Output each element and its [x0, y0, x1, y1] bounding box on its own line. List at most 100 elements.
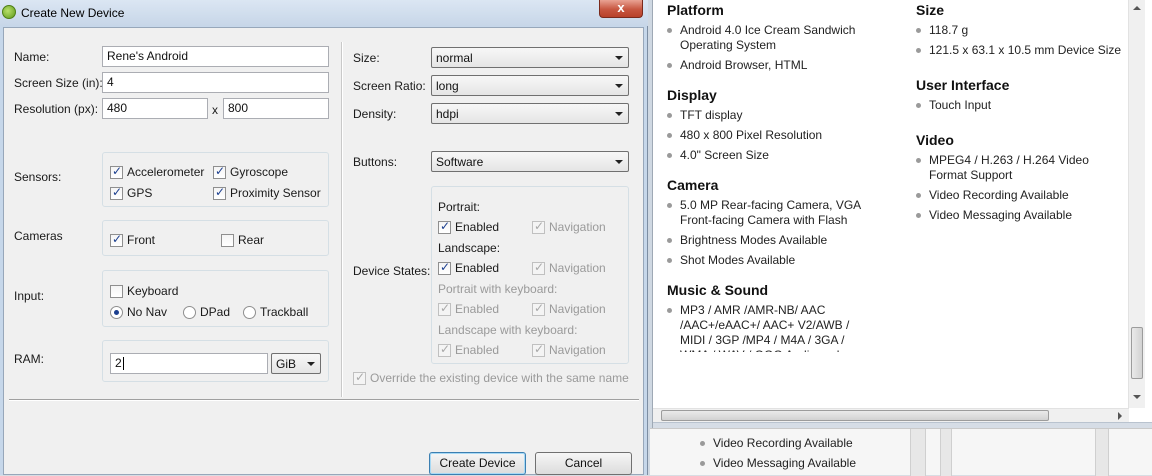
vertical-scrollbar[interactable]	[1128, 0, 1145, 408]
radio-label: DPad	[200, 305, 231, 319]
list-item: 121.5 x 63.1 x 10.5 mm Device Size	[916, 43, 1126, 58]
spec-section-music: Music & Sound MP3 / AMR /AMR-NB/ AAC /AA…	[667, 282, 872, 352]
override-checkbox[interactable]: Override the existing device with the sa…	[353, 370, 629, 385]
proximity-sensor-checkbox[interactable]: Proximity Sensor	[213, 185, 321, 200]
keyboard-checkbox[interactable]: Keyboard	[110, 284, 178, 298]
bullet-icon	[700, 440, 705, 446]
spec-item: TFT display	[680, 108, 743, 122]
landscape-keyboard-navigation-checkbox[interactable]: Navigation	[532, 342, 606, 357]
checkbox-checked-icon	[532, 342, 545, 357]
scroll-right-icon[interactable]	[1118, 412, 1122, 420]
landscape-navigation-checkbox[interactable]: Navigation	[532, 260, 606, 275]
sensors-group: Accelerometer Gyroscope GPS Proximity Se…	[102, 152, 329, 207]
checkbox-checked-icon	[438, 342, 451, 357]
bullet-icon	[667, 258, 672, 263]
landscape-label: Landscape:	[438, 241, 501, 255]
buttons-label: Buttons:	[353, 155, 398, 169]
spec-section-title: Video	[916, 132, 954, 148]
buttons-select[interactable]: Software	[431, 151, 629, 172]
no-nav-radio[interactable]: No Nav	[110, 305, 167, 319]
spec-item: 480 x 800 Pixel Resolution	[680, 128, 823, 142]
gps-checkbox[interactable]: GPS	[110, 185, 153, 200]
resolution-height-input[interactable]: 800	[223, 98, 329, 119]
chevron-down-icon	[615, 112, 623, 116]
list-item: Android 4.0 Ice Cream Sandwich Operating…	[667, 23, 872, 53]
spec-section-ui: User Interface Touch Input	[916, 77, 1126, 113]
checkbox-label: Keyboard	[127, 284, 179, 298]
spec-item: Brightness Modes Available	[680, 233, 828, 247]
window-frame	[653, 422, 1152, 428]
spec-section-title: Music & Sound	[667, 282, 769, 298]
gyroscope-checkbox[interactable]: Gyroscope	[213, 164, 288, 179]
density-value: hdpi	[436, 107, 459, 121]
rear-camera-checkbox[interactable]: Rear	[221, 233, 264, 247]
checkbox-label: GPS	[127, 186, 153, 200]
resolution-x-label: x	[212, 103, 218, 117]
create-device-dialog: Create New Device x Name: Rene's Android…	[0, 0, 648, 475]
spec-section-title: Size	[916, 2, 945, 18]
size-label: Size:	[353, 51, 380, 65]
spec-item: 121.5 x 63.1 x 10.5 mm Device Size	[929, 43, 1122, 57]
portrait-enabled-checkbox[interactable]: Enabled	[438, 219, 500, 234]
landscape-keyboard-enabled-checkbox[interactable]: Enabled	[438, 342, 499, 357]
background-item: Video Recording Available	[713, 436, 853, 450]
bullet-icon	[667, 63, 672, 68]
bullet-icon	[667, 28, 672, 33]
ram-unit-select[interactable]: GiB	[271, 353, 321, 374]
list-item: Video Messaging Available	[700, 453, 856, 473]
checkbox-label: Enabled	[455, 220, 500, 234]
bullet-icon	[916, 103, 921, 108]
horizontal-scrollbar[interactable]	[653, 408, 1129, 422]
scroll-thumb[interactable]	[661, 410, 1049, 421]
close-button[interactable]: x	[599, 0, 643, 18]
dpad-radio[interactable]: DPad	[183, 305, 230, 319]
density-select[interactable]: hdpi	[431, 103, 629, 124]
screen-ratio-select[interactable]: long	[431, 75, 629, 96]
landscape-enabled-checkbox[interactable]: Enabled	[438, 260, 499, 275]
chevron-down-icon	[307, 362, 315, 366]
checkbox-label: Accelerometer	[127, 165, 205, 179]
ram-label: RAM:	[14, 352, 44, 366]
bullet-icon	[700, 460, 705, 466]
spec-section-title: User Interface	[916, 77, 1010, 93]
radio-label: Trackball	[260, 305, 309, 319]
list-item: Video Recording Available	[700, 433, 856, 453]
front-camera-checkbox[interactable]: Front	[110, 232, 156, 247]
list-item: Video Messaging Available	[916, 208, 1126, 223]
bullet-icon	[916, 28, 921, 33]
spec-section-title: Display	[667, 87, 717, 103]
checkbox-label: Navigation	[549, 302, 606, 316]
portrait-keyboard-navigation-checkbox[interactable]: Navigation	[532, 301, 606, 316]
resolution-width-input[interactable]: 480	[102, 98, 208, 119]
spec-item: Video Messaging Available	[929, 208, 1072, 222]
name-label: Name:	[14, 50, 50, 64]
list-item: Shot Modes Available	[667, 253, 872, 268]
create-device-button[interactable]: Create Device	[429, 452, 526, 475]
list-item: Video Recording Available	[916, 188, 1126, 203]
scroll-up-icon[interactable]	[1133, 6, 1141, 10]
scroll-down-icon[interactable]	[1133, 395, 1141, 399]
accelerometer-checkbox[interactable]: Accelerometer	[110, 164, 205, 179]
name-input[interactable]: Rene's Android	[102, 46, 329, 67]
portrait-keyboard-enabled-checkbox[interactable]: Enabled	[438, 301, 499, 316]
spec-item: 5.0 MP Rear-facing Camera, VGA Front-fac…	[680, 198, 861, 227]
android-logo-icon	[2, 5, 16, 19]
spec-section-title: Camera	[667, 177, 719, 193]
scroll-thumb[interactable]	[1131, 327, 1143, 379]
cancel-button[interactable]: Cancel	[535, 452, 632, 475]
dialog-title: Create New Device	[21, 6, 125, 20]
list-item: TFT display	[667, 108, 872, 123]
checkbox-label: Front	[127, 233, 156, 247]
column-divider	[341, 42, 343, 397]
trackball-radio[interactable]: Trackball	[243, 305, 308, 319]
radio-label: No Nav	[127, 305, 168, 319]
list-item: 118.7 g	[916, 23, 1126, 38]
ram-input[interactable]: 2	[110, 353, 268, 374]
cameras-group: Front Rear	[102, 220, 329, 256]
spec-item: Video Recording Available	[929, 188, 1069, 202]
size-select[interactable]: normal	[431, 47, 629, 68]
dialog-titlebar[interactable]: Create New Device x	[0, 0, 648, 26]
screen-size-input[interactable]: 4	[102, 72, 329, 93]
portrait-navigation-checkbox[interactable]: Navigation	[532, 219, 606, 234]
list-item: MP3 / AMR /AMR-NB/ AAC /AAC+/eAAC+/ AAC+…	[667, 303, 872, 352]
